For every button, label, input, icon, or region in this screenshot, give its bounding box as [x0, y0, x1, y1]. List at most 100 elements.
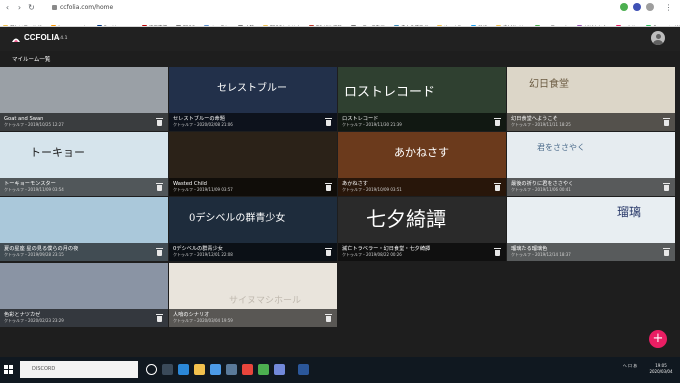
store-icon[interactable]	[210, 364, 221, 375]
section-title: マイルーム一覧	[12, 57, 51, 63]
room-card[interactable]: 色彩とナツカゼ クトゥルフ・2020/02/23 23:29	[0, 263, 168, 327]
delete-room-icon[interactable]	[325, 118, 332, 126]
room-subtitle: クトゥルフ・2019/11/11 18:25	[511, 122, 571, 127]
bookmark-favicon-icon	[646, 25, 652, 26]
reload-icon[interactable]: ↻	[27, 3, 36, 12]
bookmark-favicon-icon	[176, 25, 182, 26]
room-card[interactable]: トーキョー トーキョーモンスター クトゥルフ・2019/11/09 03:54	[0, 132, 168, 196]
taskbar-search[interactable]: DISCORD	[20, 361, 138, 378]
bookmark-item[interactable]: どどんとふ	[574, 23, 607, 26]
delete-room-icon[interactable]	[156, 183, 163, 191]
profile-icon[interactable]	[646, 3, 654, 11]
room-subtitle: クトゥルフ・2019/12/14 18:37	[511, 252, 571, 257]
taskbar-clock[interactable]: 19:05 2020/03/04	[646, 363, 676, 375]
bookmark-item[interactable]: 新しいフォルダ	[0, 23, 42, 26]
room-subtitle: クトゥルフ・2019/11/30 21:39	[342, 122, 402, 127]
room-title: ロストレコード	[342, 116, 379, 122]
room-card[interactable]: Wasted Child クトゥルフ・2019/11/09 03:57	[169, 132, 337, 196]
bookmark-item[interactable]: ニコニコ動画	[348, 23, 385, 26]
windows-taskbar: DISCORD へ 口 あ 19:05 2020/03/04	[0, 357, 680, 383]
bookmark-item[interactable]: ccfolia	[613, 23, 638, 26]
room-title: 夏の星座 星の見る僕らの月の夜	[4, 246, 79, 252]
delete-room-icon[interactable]	[663, 183, 670, 191]
bookmark-favicon-icon	[204, 25, 210, 26]
bookmark-item[interactable]: Evernote Web	[643, 23, 680, 26]
room-card[interactable]: ロストレコード ロストレコード クトゥルフ・2019/11/30 21:39	[338, 67, 506, 131]
extension-icon[interactable]	[633, 3, 641, 11]
room-card[interactable]: 幻日食堂 幻日食堂へようこそ クトゥルフ・2019/11/11 18:25	[507, 67, 675, 131]
bookmark-item[interactable]: SNS	[468, 23, 487, 26]
app-header	[0, 27, 680, 51]
delete-room-icon[interactable]	[494, 118, 501, 126]
task-view-icon[interactable]	[162, 364, 173, 375]
word-icon[interactable]	[298, 364, 309, 375]
system-tray[interactable]: へ 口 あ	[610, 363, 650, 369]
delete-room-icon[interactable]	[663, 248, 670, 256]
bookmark-item[interactable]: TRPG	[173, 23, 195, 26]
bookmark-favicon-icon	[50, 25, 56, 26]
back-icon[interactable]: ‹	[3, 3, 12, 12]
room-card[interactable]: 夏の星座 星の見る僕らの月の夜 クトゥルフ・2019/09/28 23:15	[0, 197, 168, 261]
explorer-icon[interactable]	[194, 364, 205, 375]
bookmark-favicon-icon	[350, 25, 356, 26]
chrome-icon[interactable]	[242, 364, 253, 375]
bookmark-favicon-icon	[436, 25, 442, 26]
bookmark-item[interactable]: Amazon.co.jp	[48, 23, 88, 26]
bookmark-favicon-icon	[393, 25, 399, 26]
room-card[interactable]: 0デシベルの群青少女 0デシベルの群青少女 クトゥルフ・2019/12/01 22:…	[169, 197, 337, 261]
mail-icon[interactable]	[226, 364, 237, 375]
room-thumbnail-title: 七夕綺譚	[366, 207, 446, 231]
bookmark-item[interactable]: TO-KIX 忍殺	[306, 23, 342, 26]
app-title[interactable]: CCFOLIA	[24, 33, 60, 42]
delete-room-icon[interactable]	[325, 183, 332, 191]
cortana-icon[interactable]	[146, 364, 157, 375]
delete-room-icon[interactable]	[494, 183, 501, 191]
delete-room-icon[interactable]	[156, 314, 163, 322]
bookmark-item[interactable]: ユニフォーム	[532, 23, 569, 26]
windows-start-icon[interactable]	[4, 365, 13, 374]
delete-room-icon[interactable]	[325, 248, 332, 256]
bookmark-item[interactable]: ゆっくり	[434, 23, 462, 26]
app-icon[interactable]	[258, 364, 269, 375]
edge-icon[interactable]	[178, 364, 189, 375]
bookmark-item[interactable]: 人狼	[235, 23, 254, 26]
room-card[interactable]: 君をささやく 最後の祈りに君をささやく クトゥルフ・2019/11/06 00:41	[507, 132, 675, 196]
room-subtitle: クトゥルフ・2020/02/23 23:29	[4, 318, 64, 323]
bookmark-favicon-icon	[577, 25, 583, 26]
bookmark-item[interactable]: 素材サイト	[493, 23, 526, 26]
room-card[interactable]: あかねさす あかねさす クトゥルフ・2019/10/09 03:51	[338, 132, 506, 196]
discord-icon[interactable]	[274, 364, 285, 375]
bookmark-item[interactable]: Booking.com	[94, 23, 133, 26]
delete-room-icon[interactable]	[494, 248, 501, 256]
delete-room-icon[interactable]	[663, 118, 670, 126]
bookmark-item[interactable]: 赤小のブログ	[391, 23, 428, 26]
forward-icon[interactable]: ›	[15, 3, 24, 12]
extension-icon[interactable]	[620, 3, 628, 11]
delete-room-icon[interactable]	[156, 118, 163, 126]
room-card[interactable]: 瑠璃 瑠璃たる瑠璃色 クトゥルフ・2019/12/14 18:37	[507, 197, 675, 261]
bookmark-item[interactable]: 楽天市場	[139, 23, 167, 26]
menu-icon[interactable]: ⋮	[664, 3, 673, 12]
room-title: 瑠璃たる瑠璃色	[511, 246, 548, 252]
bookmark-item[interactable]: TRPGシナリオ	[260, 23, 300, 26]
bookmark-favicon-icon	[615, 25, 621, 26]
room-thumbnail-title: 幻日食堂	[529, 79, 569, 90]
room-card[interactable]: Goat and Swan クトゥルフ・2019/10/25 12:27	[0, 67, 168, 131]
taskbar-search-text: DISCORD	[32, 366, 56, 372]
account-avatar[interactable]	[651, 31, 665, 45]
room-card[interactable]: セレストブルー セレストブルーの命題 クトゥルフ・2020/02/08 21:06	[169, 67, 337, 131]
room-thumbnail-title: あかねさす	[394, 146, 449, 159]
ccfolia-logo[interactable]	[11, 35, 21, 43]
bookmark-item[interactable]: キャラシ	[201, 23, 229, 26]
url-text: ccfolia.com/home	[60, 4, 114, 11]
room-card[interactable]: 七夕綺譚 滅亡トラベラー・幻日食堂・七夕綺譚 クトゥルフ・2019/08/22 00…	[338, 197, 506, 261]
room-card[interactable]: サイヌマシホール 人喰のシナリオ クトゥルフ・2020/03/04 19:59	[169, 263, 337, 327]
clock-date: 2020/03/04	[649, 369, 673, 374]
room-subtitle: クトゥルフ・2019/09/28 23:15	[4, 252, 64, 257]
bookmark-favicon-icon	[142, 25, 148, 26]
delete-room-icon[interactable]	[325, 314, 332, 322]
address-bar[interactable]: ccfolia.com/home	[52, 2, 592, 13]
delete-room-icon[interactable]	[156, 248, 163, 256]
add-room-button[interactable]: +	[649, 330, 667, 348]
room-subtitle: クトゥルフ・2019/10/25 12:27	[4, 122, 64, 127]
